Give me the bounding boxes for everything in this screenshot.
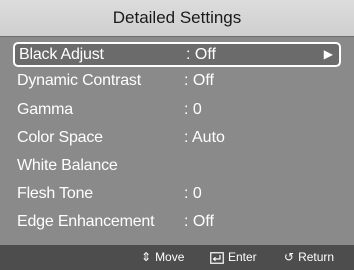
- menu-item-label: Edge Enhancement: [17, 213, 155, 230]
- menu-item-black-adjust[interactable]: Black Adjust : Off ▶: [13, 42, 341, 67]
- return-label: Return: [298, 250, 335, 264]
- enter-hint: Enter: [210, 245, 257, 270]
- menu-item-label: Gamma: [17, 101, 73, 118]
- menu-item-value: : Off: [186, 46, 216, 63]
- menu-item-label: Dynamic Contrast: [17, 72, 141, 89]
- menu-item-flesh-tone[interactable]: Flesh Tone : 0: [13, 181, 341, 206]
- menu-item-white-balance[interactable]: White Balance: [13, 153, 341, 178]
- menu-item-dynamic-contrast[interactable]: Dynamic Contrast : Off: [13, 68, 341, 93]
- up-down-arrow-icon: ⇕: [141, 250, 152, 264]
- enter-icon: [210, 251, 224, 264]
- footer-hints: ⇕ Move Enter ↺ Return: [0, 245, 354, 270]
- menu-item-color-space[interactable]: Color Space : Auto: [13, 125, 341, 150]
- menu-item-gamma[interactable]: Gamma : 0: [13, 97, 341, 122]
- menu-item-value: : Off: [184, 213, 214, 230]
- tv-osd-window: Detailed Settings Black Adjust : Off ▶ D…: [0, 0, 354, 270]
- move-hint: ⇕ Move: [141, 245, 184, 270]
- page-title: Detailed Settings: [112, 8, 242, 27]
- menu-item-edge-enhancement[interactable]: Edge Enhancement : Off: [13, 209, 341, 234]
- menu-item-label: Color Space: [17, 129, 103, 146]
- menu-item-value: : Auto: [184, 129, 225, 146]
- menu-item-value: : 0: [184, 101, 202, 118]
- enter-label: Enter: [228, 250, 257, 264]
- menu-item-value: : Off: [184, 72, 214, 89]
- move-label: Move: [155, 250, 185, 264]
- menu-item-value: : 0: [184, 185, 202, 202]
- title-bar: Detailed Settings: [0, 0, 354, 37]
- menu-item-label: Flesh Tone: [17, 185, 93, 202]
- settings-menu: Black Adjust : Off ▶ Dynamic Contrast : …: [0, 37, 354, 245]
- return-icon: ↺: [284, 250, 295, 264]
- menu-item-label: Black Adjust: [19, 46, 104, 63]
- right-arrow-icon: ▶: [323, 47, 333, 61]
- return-hint: ↺ Return: [284, 245, 334, 270]
- menu-item-label: White Balance: [17, 157, 118, 174]
